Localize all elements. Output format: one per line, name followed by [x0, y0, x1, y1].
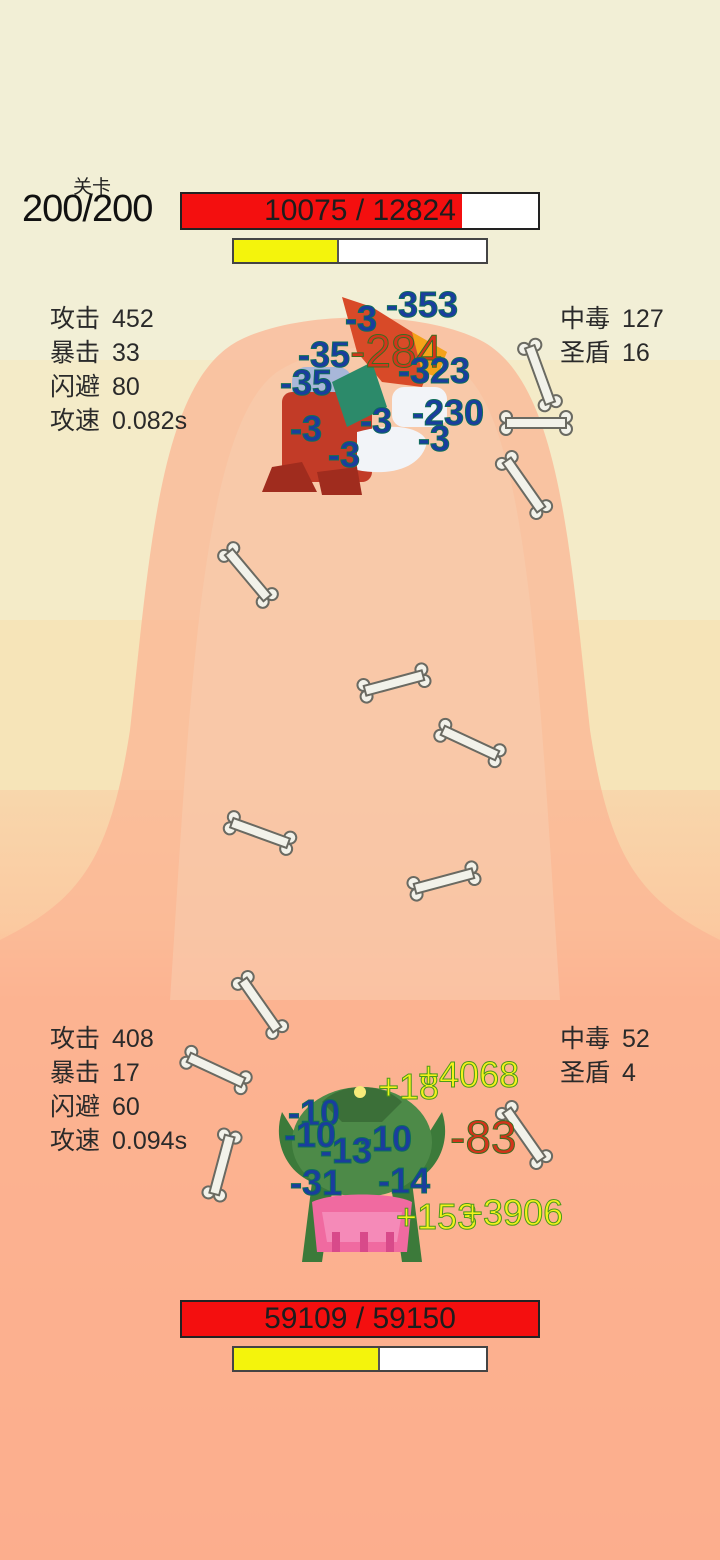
- enemy-damage-number: -35: [279, 362, 333, 404]
- player-stat-shield: 圣盾 4: [560, 1059, 636, 1087]
- player-hp-text: 59109 / 59150: [264, 1302, 456, 1335]
- player-stat-attack: 攻击 408: [50, 1025, 154, 1053]
- player-heal-number: +4068: [417, 1054, 520, 1096]
- bone-projectile: [499, 410, 573, 436]
- enemy-energy-fill: [234, 240, 340, 262]
- enemy-damage-number: -3: [417, 418, 451, 460]
- enemy-stats-right: 中毒 127 圣盾 16: [560, 302, 664, 370]
- player-heal-number: +3906: [461, 1192, 564, 1234]
- player-hp-bar: 59109 / 59150: [180, 1300, 540, 1338]
- enemy-stat-dodge: 闪避 80: [50, 373, 140, 401]
- enemy-damage-number: -3: [327, 434, 361, 476]
- level-value: 200/200: [22, 188, 153, 230]
- player-damage-number: -31: [289, 1162, 343, 1204]
- player-stat-crit: 暴击 17: [50, 1059, 140, 1087]
- player-stat-dodge: 闪避 60: [50, 1093, 140, 1121]
- enemy-hp-text: 10075 / 12824: [264, 194, 456, 227]
- enemy-stat-shield: 圣盾 16: [560, 339, 650, 367]
- enemy-damage-number: -353: [385, 284, 459, 326]
- enemy-stat-speed: 攻速 0.082s: [50, 407, 188, 435]
- player-stat-speed: 攻速 0.094s: [50, 1127, 188, 1155]
- enemy-hp-bar: 10075 / 12824: [180, 192, 540, 230]
- enemy-damage-number: -323: [397, 350, 471, 392]
- enemy-damage-number: -3: [289, 408, 323, 450]
- enemy-stat-crit: 暴击 33: [50, 339, 140, 367]
- player-stats-right: 中毒 52 圣盾 4: [560, 1022, 650, 1090]
- player-stat-poison: 中毒 52: [560, 1025, 650, 1053]
- enemy-stat-poison: 中毒 127: [560, 305, 664, 333]
- player-stats-left: 攻击 408 暴击 17 闪避 60 攻速 0.094s: [50, 1022, 187, 1158]
- player-crit-number: -83: [449, 1111, 517, 1164]
- enemy-damage-number: -3: [359, 400, 393, 442]
- enemy-stats-left: 攻击 452 暴击 33 闪避 80 攻速 0.082s: [50, 302, 187, 438]
- player-energy-fill: [234, 1348, 380, 1370]
- player-energy-bar: [232, 1346, 488, 1372]
- enemy-stat-attack: 攻击 452: [50, 305, 154, 333]
- enemy-energy-bar: [232, 238, 488, 264]
